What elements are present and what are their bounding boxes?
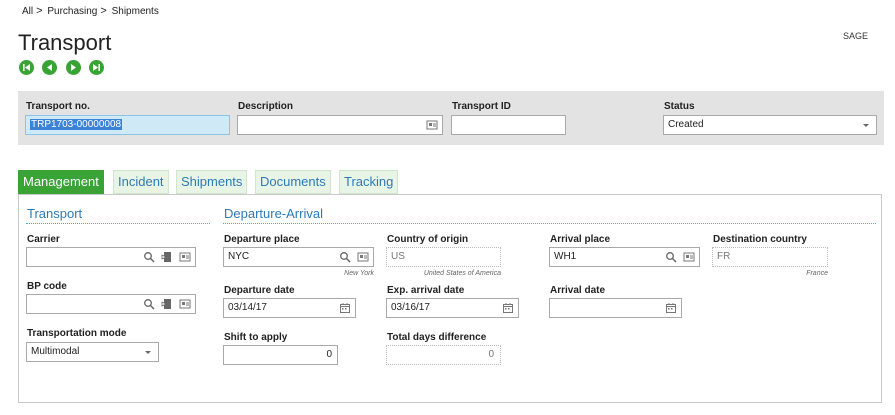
first-record-icon — [23, 64, 30, 71]
departure-date-input[interactable]: 03/14/17 — [223, 298, 356, 318]
transport-no-value: TRP1703-00000008 — [30, 119, 123, 130]
transport-no-input[interactable]: TRP1703-00000008 — [25, 115, 230, 135]
tab-documents[interactable]: Documents — [255, 170, 331, 194]
first-record-button[interactable] — [19, 60, 34, 75]
country-origin-description: United States of America — [423, 270, 501, 277]
destination-country-description: France — [806, 270, 828, 277]
shift-to-apply-label: Shift to apply — [224, 332, 288, 343]
breadcrumb: All > Purchasing > Shipments — [22, 5, 161, 17]
status-label: Status — [664, 101, 695, 112]
transport-id-input[interactable] — [451, 115, 566, 135]
tab-tracking[interactable]: Tracking — [339, 170, 399, 194]
sage-label: SAGE — [842, 31, 868, 41]
carrier-label: Carrier — [27, 234, 60, 245]
transport-id-label: Transport ID — [452, 101, 511, 112]
total-days-difference-value: 0 — [488, 349, 494, 360]
total-days-difference-field: 0 — [386, 345, 501, 365]
next-record-icon — [71, 64, 76, 71]
transport-section-divider — [26, 223, 210, 224]
departure-date-label: Departure date — [224, 285, 295, 296]
selection-icon[interactable] — [426, 119, 438, 131]
transportation-mode-select[interactable]: Multimodal — [26, 342, 159, 362]
calendar-icon[interactable] — [502, 302, 514, 314]
departure-place-description: New York — [344, 270, 374, 277]
breadcrumb-purchasing[interactable]: Purchasing — [47, 6, 97, 17]
country-origin-field: US — [386, 247, 501, 267]
transportation-mode-label: Transportation mode — [27, 328, 127, 339]
search-icon[interactable] — [339, 251, 351, 263]
dropdown-arrow-icon[interactable] — [142, 346, 154, 358]
previous-record-button[interactable] — [42, 60, 57, 75]
departure-date-value: 03/14/17 — [228, 302, 267, 313]
exp-arrival-date-label: Exp. arrival date — [387, 285, 465, 296]
carrier-input[interactable] — [26, 247, 196, 267]
breadcrumb-separator: > — [36, 5, 43, 17]
arrival-place-label: Arrival place — [550, 234, 611, 245]
departure-place-input[interactable]: NYC — [223, 247, 374, 267]
shift-to-apply-value: 0 — [326, 349, 332, 360]
tab-shipments[interactable]: Shipments — [176, 170, 248, 194]
selection-icon[interactable] — [683, 251, 695, 263]
breadcrumb-all[interactable]: All — [22, 6, 33, 17]
search-icon[interactable] — [665, 251, 677, 263]
last-record-icon — [93, 64, 100, 71]
arrival-place-value: WH1 — [554, 251, 577, 262]
exp-arrival-date-value: 03/16/17 — [391, 302, 430, 313]
shift-to-apply-input[interactable]: 0 — [223, 345, 338, 365]
selection-icon[interactable] — [357, 251, 369, 263]
arrival-place-input[interactable]: WH1 — [549, 247, 700, 267]
destination-country-value: FR — [717, 251, 731, 262]
previous-record-icon — [47, 64, 52, 71]
departure-place-label: Departure place — [224, 234, 300, 245]
page-title: Transport — [18, 30, 112, 55]
arrival-date-input[interactable] — [549, 298, 682, 318]
next-record-button[interactable] — [66, 60, 81, 75]
calendar-icon[interactable] — [665, 302, 677, 314]
description-input[interactable] — [237, 115, 443, 135]
breadcrumb-shipments[interactable]: Shipments — [112, 6, 159, 17]
tab-management[interactable]: Management — [18, 170, 104, 194]
bp-code-input[interactable] — [26, 294, 196, 314]
destination-country-label: Destination country — [713, 234, 807, 245]
transportation-mode-value: Multimodal — [31, 346, 80, 357]
exp-arrival-date-input[interactable]: 03/16/17 — [386, 298, 519, 318]
departure-arrival-section-divider — [223, 223, 876, 224]
status-select[interactable]: Created — [663, 115, 877, 135]
last-record-button[interactable] — [89, 60, 104, 75]
search-icon[interactable] — [143, 251, 155, 263]
selection-icon[interactable] — [179, 298, 191, 310]
country-origin-value: US — [391, 251, 405, 262]
departure-place-value: NYC — [228, 251, 250, 262]
departure-arrival-section-title: Departure-Arrival — [224, 206, 323, 221]
dropdown-arrow-icon[interactable] — [860, 119, 872, 131]
destination-country-field: FR — [712, 247, 828, 267]
calendar-icon[interactable] — [339, 302, 351, 314]
description-label: Description — [238, 101, 294, 112]
tunnel-icon[interactable] — [161, 298, 173, 310]
bp-code-label: BP code — [27, 281, 67, 292]
search-icon[interactable] — [143, 298, 155, 310]
transport-section-title: Transport — [27, 206, 83, 221]
status-value: Created — [668, 119, 704, 130]
arrival-date-label: Arrival date — [550, 285, 606, 296]
transport-no-label: Transport no. — [26, 101, 90, 112]
selection-icon[interactable] — [179, 251, 191, 263]
country-origin-label: Country of origin — [387, 234, 469, 245]
tab-incident[interactable]: Incident — [113, 170, 169, 194]
breadcrumb-separator: > — [100, 5, 107, 17]
total-days-difference-label: Total days difference — [387, 332, 487, 343]
tunnel-icon[interactable] — [161, 251, 173, 263]
